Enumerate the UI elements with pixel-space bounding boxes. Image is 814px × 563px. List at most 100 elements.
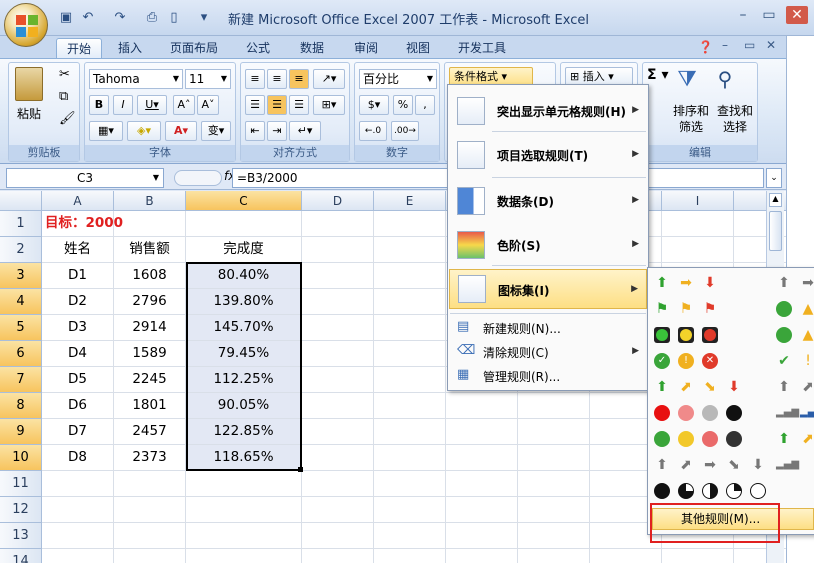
grid-cell[interactable]	[446, 419, 518, 445]
menu-item-manage-rules[interactable]: ▦ 管理规则(R)...	[449, 365, 647, 387]
find-select-button[interactable]: 查找和选择	[713, 103, 757, 135]
underline-button[interactable]: U▾	[137, 95, 167, 115]
grid-cell[interactable]	[446, 549, 518, 563]
copy-icon[interactable]: ⧉	[59, 89, 68, 104]
office-button[interactable]	[4, 3, 48, 47]
tab-home[interactable]: 开始	[56, 38, 103, 58]
grid-cell[interactable]	[186, 211, 302, 237]
grid-cell[interactable]	[518, 471, 590, 497]
data-cell-sales[interactable]: 1801	[114, 393, 186, 419]
grid-cell[interactable]	[374, 211, 446, 237]
grid-cell[interactable]	[374, 497, 446, 523]
grid-cell[interactable]	[374, 471, 446, 497]
merge-center-button[interactable]: ⊞▾	[313, 95, 345, 115]
grid-cell[interactable]	[374, 419, 446, 445]
grid-cell[interactable]	[374, 237, 446, 263]
phonetic-button[interactable]: 变▾	[201, 121, 231, 141]
data-cell-sales[interactable]: 1608	[114, 263, 186, 289]
ribbon-restore-button[interactable]: ▭	[744, 38, 755, 52]
grid-cell[interactable]	[446, 523, 518, 549]
grid-cell[interactable]	[302, 315, 374, 341]
font-size-combo[interactable]: 11 ▼	[185, 69, 231, 89]
help-icon[interactable]: ❓	[698, 40, 713, 54]
row-header-12[interactable]: 12	[0, 497, 42, 523]
data-cell-name[interactable]: D5	[42, 367, 114, 393]
align-middle-button[interactable]: ≡	[267, 69, 287, 89]
row-header-14[interactable]: 14	[0, 549, 42, 563]
column-header-e[interactable]: E	[374, 191, 446, 211]
grid-cell[interactable]	[446, 497, 518, 523]
icon-set-red-to-black[interactable]	[654, 402, 742, 424]
grid-cell[interactable]	[302, 523, 374, 549]
grid-cell[interactable]	[374, 367, 446, 393]
autosum-icon[interactable]: Σ ▾	[647, 67, 668, 83]
grid-cell[interactable]	[518, 549, 590, 563]
grid-cell[interactable]	[302, 549, 374, 563]
menu-item-new-rule[interactable]: ▤ 新建规则(N)...	[449, 317, 647, 339]
scroll-thumb[interactable]	[769, 211, 782, 251]
align-bottom-button[interactable]: ≡	[289, 69, 309, 89]
currency-button[interactable]: $▾	[359, 95, 389, 115]
format-painter-icon[interactable]: 🖌	[59, 111, 76, 126]
grid-cell[interactable]	[590, 549, 662, 563]
menu-item-data-bars[interactable]: 数据条(D) ▶	[449, 181, 647, 221]
row-header-4[interactable]: 4	[0, 289, 42, 315]
row-header-8[interactable]: 8	[0, 393, 42, 419]
paste-button[interactable]: 粘贴	[17, 105, 41, 122]
grid-cell[interactable]	[662, 211, 734, 237]
header-name-cell[interactable]: 姓名	[42, 237, 114, 263]
data-cell-sales[interactable]: 2914	[114, 315, 186, 341]
bold-button[interactable]: B	[89, 95, 109, 115]
menu-item-top-bottom[interactable]: 项目选取规则(T) ▶	[449, 135, 647, 175]
grid-cell[interactable]	[114, 549, 186, 563]
icon-set-4-ratings[interactable]: ▂▄▆ ▂▄▆	[776, 402, 814, 424]
data-cell-name[interactable]: D3	[42, 315, 114, 341]
grid-cell[interactable]	[186, 549, 302, 563]
icon-set-3-traffic-lights[interactable]: ▲	[776, 298, 814, 320]
decrease-indent-button[interactable]: ⇤	[245, 121, 265, 141]
grid-cell[interactable]	[374, 341, 446, 367]
data-cell-name[interactable]: D2	[42, 289, 114, 315]
grid-cell[interactable]	[302, 263, 374, 289]
maximize-button[interactable]: ▭	[758, 6, 780, 24]
icon-set-5-quarters[interactable]	[654, 480, 766, 502]
icon-set-4-arrows[interactable]: ⬆ ⬈ ⬊ ⬇	[654, 376, 742, 398]
grid-cell[interactable]	[114, 471, 186, 497]
shrink-font-button[interactable]: A˅	[197, 95, 219, 115]
row-header-6[interactable]: 6	[0, 341, 42, 367]
borders-button[interactable]: ▦▾	[89, 121, 123, 141]
increase-indent-button[interactable]: ⇥	[267, 121, 287, 141]
tab-view[interactable]: 视图	[396, 38, 440, 58]
redo-icon[interactable]: ↷	[110, 8, 130, 28]
icon-set-5-ratings[interactable]: ▂▄▆	[776, 454, 799, 476]
fill-handle[interactable]	[298, 467, 303, 472]
column-header-c[interactable]: C	[186, 191, 302, 211]
grid-cell[interactable]	[302, 471, 374, 497]
align-top-button[interactable]: ≡	[245, 69, 265, 89]
grid-cell[interactable]	[42, 497, 114, 523]
align-right-button[interactable]: ☰	[289, 95, 309, 115]
name-box[interactable]: C3 ▼	[6, 168, 164, 188]
icon-set-3-arrows-gray[interactable]: ⬆ ➡	[776, 272, 814, 294]
number-format-combo[interactable]: 百分比 ▼	[359, 69, 437, 89]
align-left-button[interactable]: ☰	[245, 95, 265, 115]
target-cell[interactable]: 目标：2000	[42, 211, 186, 237]
grid-cell[interactable]	[42, 549, 114, 563]
scroll-up-icon[interactable]: ▲	[769, 193, 782, 207]
close-button[interactable]: ✕	[786, 6, 808, 24]
grid-cell[interactable]	[302, 393, 374, 419]
comma-button[interactable]: ,	[415, 95, 435, 115]
data-cell-sales[interactable]: 1589	[114, 341, 186, 367]
icon-set-4-traffic-lights[interactable]	[654, 428, 742, 450]
tab-review[interactable]: 审阅	[344, 38, 388, 58]
grid-cell[interactable]	[302, 419, 374, 445]
data-cell-sales[interactable]: 2796	[114, 289, 186, 315]
tab-page-layout[interactable]: 页面布局	[160, 38, 228, 58]
row-header-9[interactable]: 9	[0, 419, 42, 445]
row-header-2[interactable]: 2	[0, 237, 42, 263]
menu-item-highlight-cells[interactable]: 突出显示单元格规则(H) ▶	[449, 91, 647, 131]
grid-cell[interactable]	[374, 549, 446, 563]
grid-cell[interactable]	[374, 445, 446, 471]
grid-cell[interactable]	[374, 263, 446, 289]
icon-set-3-traffic-lights-rimmed[interactable]	[654, 324, 718, 346]
